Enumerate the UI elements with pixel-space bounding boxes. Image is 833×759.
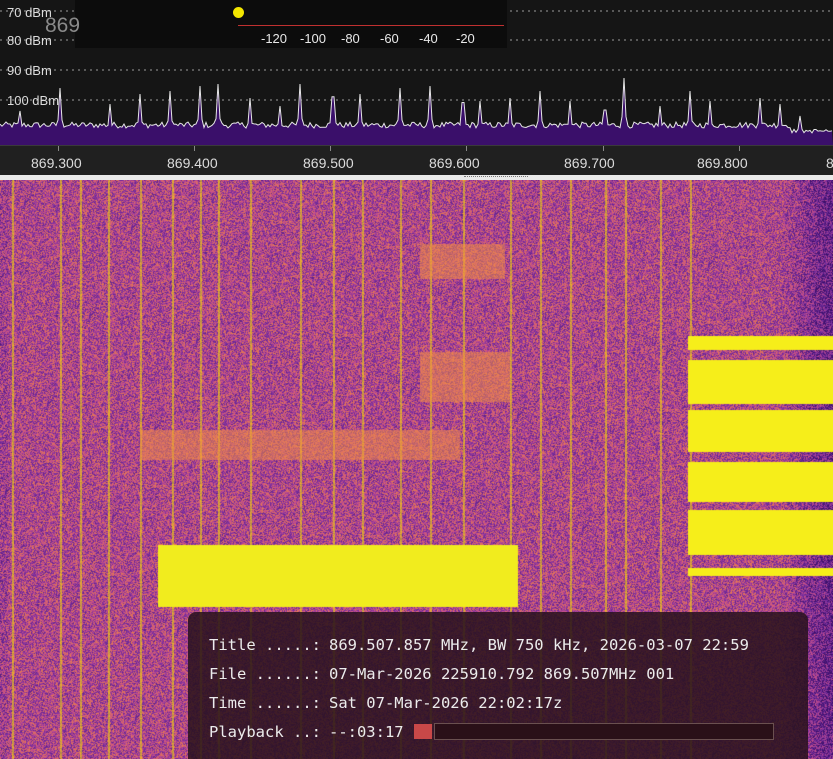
dbm-label-90: 90 dBm xyxy=(7,63,52,78)
file-key: File ......: xyxy=(209,664,321,683)
freq-tick-label: 869.400 xyxy=(167,155,218,171)
tick-mark xyxy=(466,146,467,151)
tick-mark xyxy=(739,146,740,151)
spectrum-fill xyxy=(0,78,833,145)
waterfall-display[interactable]: Title .....: 869.507.857 MHz, BW 750 kHz,… xyxy=(0,180,833,759)
playback-key: Playback ..: xyxy=(209,722,321,741)
freq-tick-label: 8 xyxy=(826,155,833,171)
playback-time: --:03:17 xyxy=(328,722,404,741)
recording-info-panel: Title .....: 869.507.857 MHz, BW 750 kHz,… xyxy=(188,612,808,759)
info-row-file: File ......: 07-Mar-2026 225910.792 869.5… xyxy=(209,659,808,688)
tick-mark xyxy=(58,146,59,151)
stop-button[interactable] xyxy=(413,724,432,739)
freq-tick-label: 869.700 xyxy=(564,155,615,171)
level-tick: -60 xyxy=(380,31,399,46)
level-tick: -100 xyxy=(300,31,327,46)
frequency-axis[interactable]: 869.300 869.400 869.500 869.600 869.700 … xyxy=(0,145,833,175)
tick-mark xyxy=(603,146,604,151)
dbm-label-100: 100 dBm xyxy=(7,93,60,108)
splitter-grip-handle[interactable] xyxy=(464,176,528,178)
tick-mark xyxy=(194,146,195,151)
info-row-title: Title .....: 869.507.857 MHz, BW 750 kHz,… xyxy=(209,630,808,659)
time-value: Sat 07-Mar-2026 22:02:17z xyxy=(328,693,563,712)
freq-tick-label: 869.300 xyxy=(31,155,82,171)
level-meter-line xyxy=(238,25,504,26)
level-tick: -20 xyxy=(456,31,475,46)
level-tick: -80 xyxy=(341,31,360,46)
center-frequency-readout: 869 xyxy=(45,14,81,37)
spectrum-display[interactable]: 70 dBm 80 dBm 90 dBm 100 dBm 869 -120 -1… xyxy=(0,0,833,145)
time-key: Time ......: xyxy=(209,693,321,712)
signal-indicator-dot xyxy=(233,7,244,18)
signal-level-meter: 869 -120 -100 -80 -60 -40 -20 xyxy=(45,0,507,48)
title-key: Title .....: xyxy=(209,635,321,654)
file-value: 07-Mar-2026 225910.792 869.507MHz 001 xyxy=(328,664,675,683)
level-tick: -40 xyxy=(419,31,438,46)
freq-tick-label: 869.800 xyxy=(697,155,748,171)
tick-mark xyxy=(330,146,331,151)
freq-tick-label: 869.500 xyxy=(303,155,354,171)
playback-progress-bar[interactable] xyxy=(433,723,774,740)
freq-tick-label: 869.600 xyxy=(429,155,480,171)
title-value: 869.507.857 MHz, BW 750 kHz, 2026-03-07 … xyxy=(328,635,749,654)
level-tick: -120 xyxy=(261,31,288,46)
info-row-time: Time ......: Sat 07-Mar-2026 22:02:17z xyxy=(209,688,808,717)
info-row-playback: Playback ..: --:03:17 xyxy=(209,717,808,746)
